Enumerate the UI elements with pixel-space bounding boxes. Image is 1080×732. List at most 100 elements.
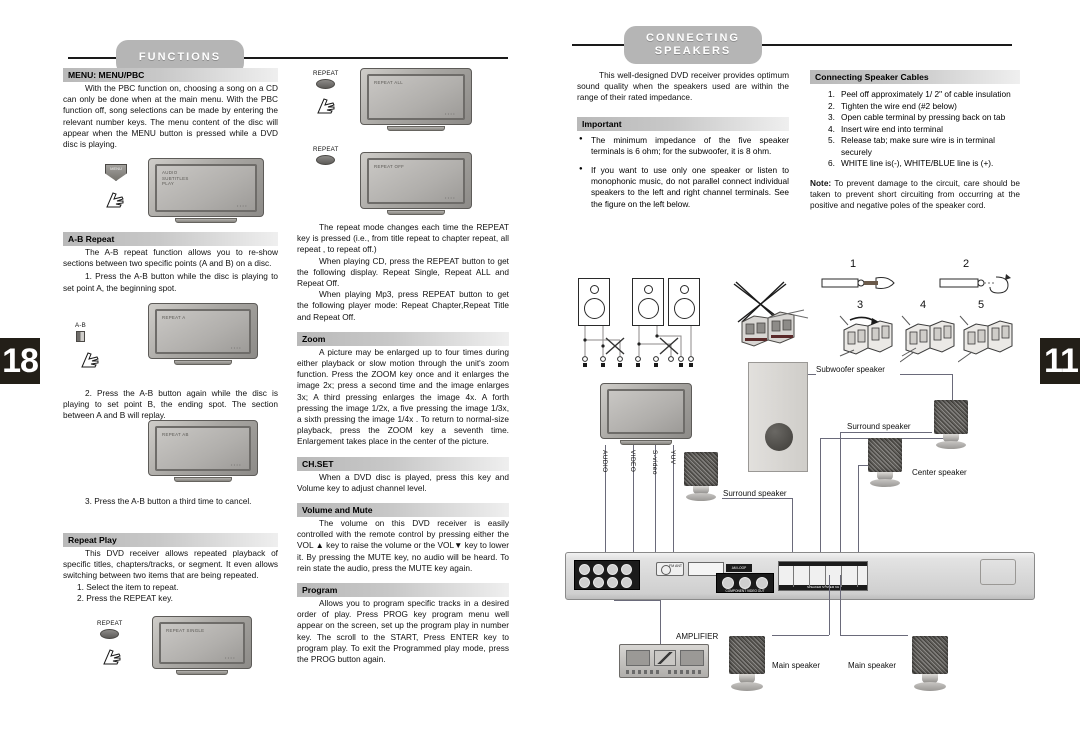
ab-repeat-heading: A-B Repeat (63, 232, 278, 246)
surround-speaker-right-illustration (932, 400, 972, 450)
tv-base (387, 210, 445, 215)
menu-remote-key[interactable]: MENU (105, 164, 127, 181)
label-main-speaker-right: Main speaker (848, 661, 897, 670)
repeat-play-step-1: 1. Select the item to repeat. (77, 581, 179, 592)
ab-remote-key[interactable]: A-B (75, 322, 86, 342)
lead-surround-left (722, 498, 792, 499)
repeat-remote-key-1[interactable]: REPEAT (97, 620, 123, 639)
tv-screen: REPEAT A •••• (155, 309, 251, 354)
rca-jack (607, 564, 618, 575)
lead-subwoofer (808, 374, 816, 375)
cable-release-illustration-5 (958, 315, 1013, 363)
fm-antenna-terminal: FM ANT (656, 562, 684, 576)
woofer-circle-icon (674, 298, 695, 319)
pointing-hand-icon-ab (81, 352, 99, 368)
speaker-cone (912, 636, 948, 674)
page-number-right: 11 (1040, 338, 1080, 384)
repeat-off-button-label: REPEAT (313, 146, 339, 153)
audio-jack-block (574, 560, 640, 590)
speaker-cone (729, 636, 765, 674)
tv-illustration-repeat-single: REPEAT SINGLE •••• (152, 616, 252, 675)
tv-cabinet: AUDIO SUBTITLES PLAY •••• (148, 158, 264, 217)
speaker-foot (870, 479, 900, 487)
lead-subwoofer-5 (820, 438, 821, 568)
subwoofer-driver-icon (765, 423, 793, 451)
subwoofer-illustration (748, 362, 808, 472)
tv-illustration-repeat-off: REPEAT OFF •••• (360, 152, 472, 215)
tv-output-label-yuv: YUV (669, 450, 676, 465)
tv-screen: REPEAT ALL •••• (367, 74, 465, 120)
tv-output-label-video: VIDEO (629, 450, 636, 473)
component-jack (722, 577, 734, 589)
lead-amplifier-2 (614, 600, 660, 601)
rca-jack (621, 577, 632, 588)
note-body: To prevent damage to the circuit, care s… (810, 177, 1020, 210)
rca-jack (621, 564, 632, 575)
tv-base (175, 218, 237, 223)
lead-subwoofer-2 (900, 374, 952, 375)
lead-main-left-2 (772, 635, 829, 636)
ab-repeat-step2-block: 2. Press the A-B button again while the … (63, 388, 278, 422)
repeat-remote-key-off[interactable]: REPEAT (313, 146, 339, 165)
menu-button-label: MENU (110, 166, 122, 171)
connecting-speakers-banner-label: CONNECTING SPEAKERS (624, 26, 762, 64)
tweeter-circle-icon (644, 285, 653, 294)
amplifier-illustration (619, 644, 709, 678)
repeat-remote-key-all[interactable]: REPEAT (313, 70, 339, 89)
speaker-cabinet-outline (578, 278, 610, 326)
volume-heading: Volume and Mute (297, 503, 509, 518)
program-heading: Program (297, 583, 509, 598)
tv-controls-icon: •••• (236, 204, 248, 208)
lead-main-right (840, 575, 841, 635)
menu-button-icon: MENU (105, 164, 127, 181)
cable-step: 4. Insert wire end into terminal (828, 123, 943, 134)
speaker-cone (868, 438, 902, 472)
tv-controls-icon: •••• (444, 112, 456, 116)
woofer-circle-icon (638, 298, 659, 319)
tv-base (176, 670, 228, 675)
speaker-cabinet-outline (632, 278, 664, 326)
tweeter-circle-icon (680, 285, 689, 294)
tv-base (387, 126, 445, 131)
right-banner: CONNECTING SPEAKERS (572, 26, 1012, 64)
cable-step: 2. Tighten the wire end (#2 below) (828, 100, 957, 111)
zoom-body: A picture may be enlarged up to four tim… (297, 346, 509, 447)
banner-rule-left (572, 44, 624, 46)
cables-note: Note: To prevent damage to the circuit, … (810, 178, 1020, 212)
pointing-hand-icon-repeat (103, 649, 121, 665)
banner-line-1: CONNECTING (646, 32, 740, 44)
tv-screen (607, 389, 685, 434)
repeat-modes-para-1: The repeat mode changes each time the RE… (297, 222, 509, 255)
volume-body: The volume on this DVD receiver is easil… (297, 518, 509, 573)
label-subwoofer-speaker: Subwoofer speaker (816, 365, 885, 374)
surround-speaker-left-illustration (682, 452, 722, 504)
speakers-intro: This well-designed DVD receiver provides… (577, 70, 789, 103)
speaker-foot (731, 682, 763, 691)
tv-cabinet: REPEAT A •••• (148, 303, 258, 359)
speaker-cone (934, 400, 968, 434)
ab-repeat-section: A-B Repeat The A-B repeat function allow… (63, 232, 278, 294)
label-center-speaker: Center speaker (912, 468, 967, 477)
banner-line-2: SPEAKERS (654, 45, 732, 57)
rca-jack (579, 564, 590, 575)
repeat-play-body: This DVD receiver allows repeated playba… (63, 548, 278, 581)
repeat-play-step-2: 2. Press the REPEAT key. (77, 592, 173, 603)
speaker-foot (914, 682, 946, 691)
lead-main-left (829, 575, 830, 635)
zoom-heading: Zoom (297, 331, 509, 346)
left-column-two: The repeat mode changes each time the RE… (297, 222, 509, 665)
gutter-divider (540, 0, 541, 732)
repeat-play-section: Repeat Play This DVD receiver allows rep… (63, 533, 278, 604)
label-surround-speaker-right: Surround speaker (847, 422, 911, 431)
tv-cabinet: REPEAT SINGLE •••• (152, 616, 252, 669)
pointing-hand-icon-repeat-all (317, 98, 335, 114)
receiver-rear-panel: FM ANT AM LOOP COMPONENT VIDEO OUT SPEAK… (565, 552, 1035, 600)
tv-illustration-menu: AUDIO SUBTITLES PLAY •••• (148, 158, 264, 223)
cable-step-number-1: 1 (850, 258, 857, 270)
center-speaker-illustration (866, 438, 906, 488)
cable-step: 3. Open cable terminal by pressing back o… (828, 112, 1006, 122)
tv-illustration-repeat-a: REPEAT A •••• (148, 303, 258, 365)
ab-repeat-step-3: 3. Press the A-B button a third time to … (85, 496, 252, 506)
repeat-all-button-icon (316, 79, 336, 89)
repeat-button-label: REPEAT (97, 620, 123, 627)
